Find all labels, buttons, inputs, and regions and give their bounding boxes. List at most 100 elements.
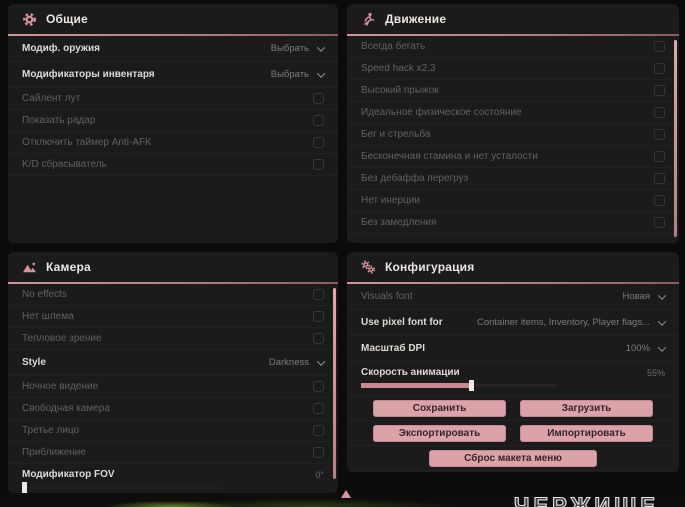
row-label: Модификаторы инвентаря <box>22 69 155 80</box>
row-show-radar[interactable]: Показать радар <box>8 110 338 132</box>
row-label: Свободная камера <box>22 403 110 414</box>
chevron-down-icon <box>657 316 667 326</box>
no-inertia-checkbox[interactable] <box>654 195 665 206</box>
infinite-stamina-checkbox[interactable] <box>654 151 665 162</box>
row-no-effects[interactable]: No effects <box>8 284 338 306</box>
row-inventory-mods[interactable]: Модификаторы инвентаря Выбрать <box>8 62 338 88</box>
row-silent-loot[interactable]: Сайлент лут <box>8 88 338 110</box>
row-label: No effects <box>22 289 67 300</box>
row-label: Скорость анимации <box>361 367 460 378</box>
zoom-checkbox[interactable] <box>313 447 324 458</box>
panel-camera: Камера No effects Нет шлема Тепловое зре… <box>8 252 338 493</box>
row-label: Style <box>22 357 46 368</box>
save-button[interactable]: Сохранить <box>373 399 506 417</box>
row-weapon-mod[interactable]: Модиф. оружия Выбрать <box>8 36 338 62</box>
gears-icon <box>361 259 376 273</box>
anti-afk-checkbox[interactable] <box>313 137 324 148</box>
show-radar-checkbox[interactable] <box>313 115 324 126</box>
row-kd-reset[interactable]: K/D сбрасыватель <box>8 154 338 176</box>
row-zoom[interactable]: Приближение <box>8 442 338 464</box>
panel-movement: Движение Всегда бегать Speed hack x2.3 В… <box>347 4 679 243</box>
panel-general: Общие Модиф. оружия Выбрать Модификаторы… <box>8 4 338 243</box>
runner-icon <box>364 12 375 26</box>
inventory-mods-dropdown[interactable]: Выбрать <box>270 68 326 80</box>
row-label: Третье лицо <box>22 425 80 436</box>
panel-title: Конфигурация <box>385 260 475 274</box>
row-high-jump[interactable]: Высокий прыжок <box>347 80 679 102</box>
no-helmet-checkbox[interactable] <box>313 311 324 322</box>
kd-reset-checkbox[interactable] <box>313 159 324 170</box>
silent-loot-checkbox[interactable] <box>313 93 324 104</box>
night-vision-checkbox[interactable] <box>313 381 324 392</box>
dropdown-value: Выбрать <box>270 43 309 54</box>
row-free-camera[interactable]: Свободная камера <box>8 398 338 420</box>
row-no-overload-debuff[interactable]: Без дебаффа перегруз <box>347 168 679 190</box>
scrollbar-thumb[interactable] <box>674 40 677 237</box>
scrollbar-thumb[interactable] <box>333 288 336 479</box>
no-slowdown-checkbox[interactable] <box>654 217 665 228</box>
row-pixel-font[interactable]: Use pixel font for Container items, Inve… <box>347 310 679 336</box>
row-always-run[interactable]: Всегда бегать <box>347 36 679 58</box>
row-label: Масштаб DPI <box>361 343 425 354</box>
chevron-down-icon <box>316 68 326 78</box>
dropdown-value: Выбрать <box>270 69 309 80</box>
import-button[interactable]: Импортировать <box>520 424 653 442</box>
row-label: Нет шлема <box>22 311 74 322</box>
row-anti-afk[interactable]: Отключить таймер Anti-AFK <box>8 132 338 154</box>
high-jump-checkbox[interactable] <box>654 85 665 96</box>
row-speed-hack[interactable]: Speed hack x2.3 <box>347 58 679 80</box>
dropdown-value: Darkness <box>268 357 309 368</box>
row-style[interactable]: Style Darkness <box>8 350 338 376</box>
third-person-checkbox[interactable] <box>313 425 324 436</box>
no-overload-debuff-checkbox[interactable] <box>654 173 665 184</box>
run-and-shoot-checkbox[interactable] <box>654 129 665 140</box>
free-camera-checkbox[interactable] <box>313 403 324 414</box>
pixel-font-dropdown[interactable]: Container items, Inventory, Player flags… <box>477 316 667 328</box>
row-label: Без замедления <box>361 217 437 228</box>
row-perfect-condition[interactable]: Идеальное физическое состояние <box>347 102 679 124</box>
panel-general-header: Общие <box>8 4 338 34</box>
speed-hack-checkbox[interactable] <box>654 63 665 74</box>
row-no-helmet[interactable]: Нет шлема <box>8 306 338 328</box>
row-label: Модиф. оружия <box>22 43 100 54</box>
always-run-checkbox[interactable] <box>654 41 665 52</box>
row-fov-modifier: Модификатор FOV 0° <box>8 464 338 493</box>
panel-title: Движение <box>385 12 447 26</box>
row-no-inertia[interactable]: Нет инерции <box>347 190 679 212</box>
row-label: Бесконечная стамина и нет усталости <box>361 151 538 162</box>
row-label: Speed hack x2.3 <box>361 63 436 74</box>
row-no-slowdown[interactable]: Без замедления <box>347 212 679 234</box>
row-third-person[interactable]: Третье лицо <box>8 420 338 442</box>
no-effects-checkbox[interactable] <box>313 289 324 300</box>
row-visuals-font[interactable]: Visuals font Новая <box>347 284 679 310</box>
button-row-2: Экспортировать Импортировать <box>347 421 679 446</box>
chevron-down-icon <box>316 356 326 366</box>
style-dropdown[interactable]: Darkness <box>268 356 326 368</box>
reset-menu-layout-button[interactable]: Сброс макета меню <box>429 449 597 467</box>
fov-slider[interactable] <box>22 482 218 493</box>
row-label: K/D сбрасыватель <box>22 159 107 170</box>
row-label: Модификатор FOV <box>22 469 115 480</box>
row-label: Приближение <box>22 447 86 458</box>
gear-icon <box>23 12 36 26</box>
row-label: Без дебаффа перегруз <box>361 173 469 184</box>
load-button[interactable]: Загрузить <box>520 399 653 417</box>
row-label: Бег и стрельба <box>361 129 431 140</box>
perfect-condition-checkbox[interactable] <box>654 107 665 118</box>
row-thermal-vision[interactable]: Тепловое зрение <box>8 328 338 350</box>
row-label: Высокий прыжок <box>361 85 439 96</box>
dpi-scale-dropdown[interactable]: 100% <box>626 342 667 354</box>
row-dpi-scale[interactable]: Масштаб DPI 100% <box>347 336 679 362</box>
animation-speed-slider[interactable] <box>361 380 557 391</box>
weapon-mod-dropdown[interactable]: Выбрать <box>270 42 326 54</box>
export-button[interactable]: Экспортировать <box>373 424 506 442</box>
row-run-and-shoot[interactable]: Бег и стрельба <box>347 124 679 146</box>
thermal-vision-checkbox[interactable] <box>313 333 324 344</box>
row-infinite-stamina[interactable]: Бесконечная стамина и нет усталости <box>347 146 679 168</box>
row-night-vision[interactable]: Ночное видение <box>8 376 338 398</box>
panel-movement-header: Движение <box>347 4 679 34</box>
row-label: Use pixel font for <box>361 317 443 328</box>
world-location-text: ЧЕРЖИШЕ <box>513 492 659 507</box>
panel-config-header: Конфигурация <box>347 252 679 282</box>
visuals-font-dropdown[interactable]: Новая <box>622 290 667 302</box>
